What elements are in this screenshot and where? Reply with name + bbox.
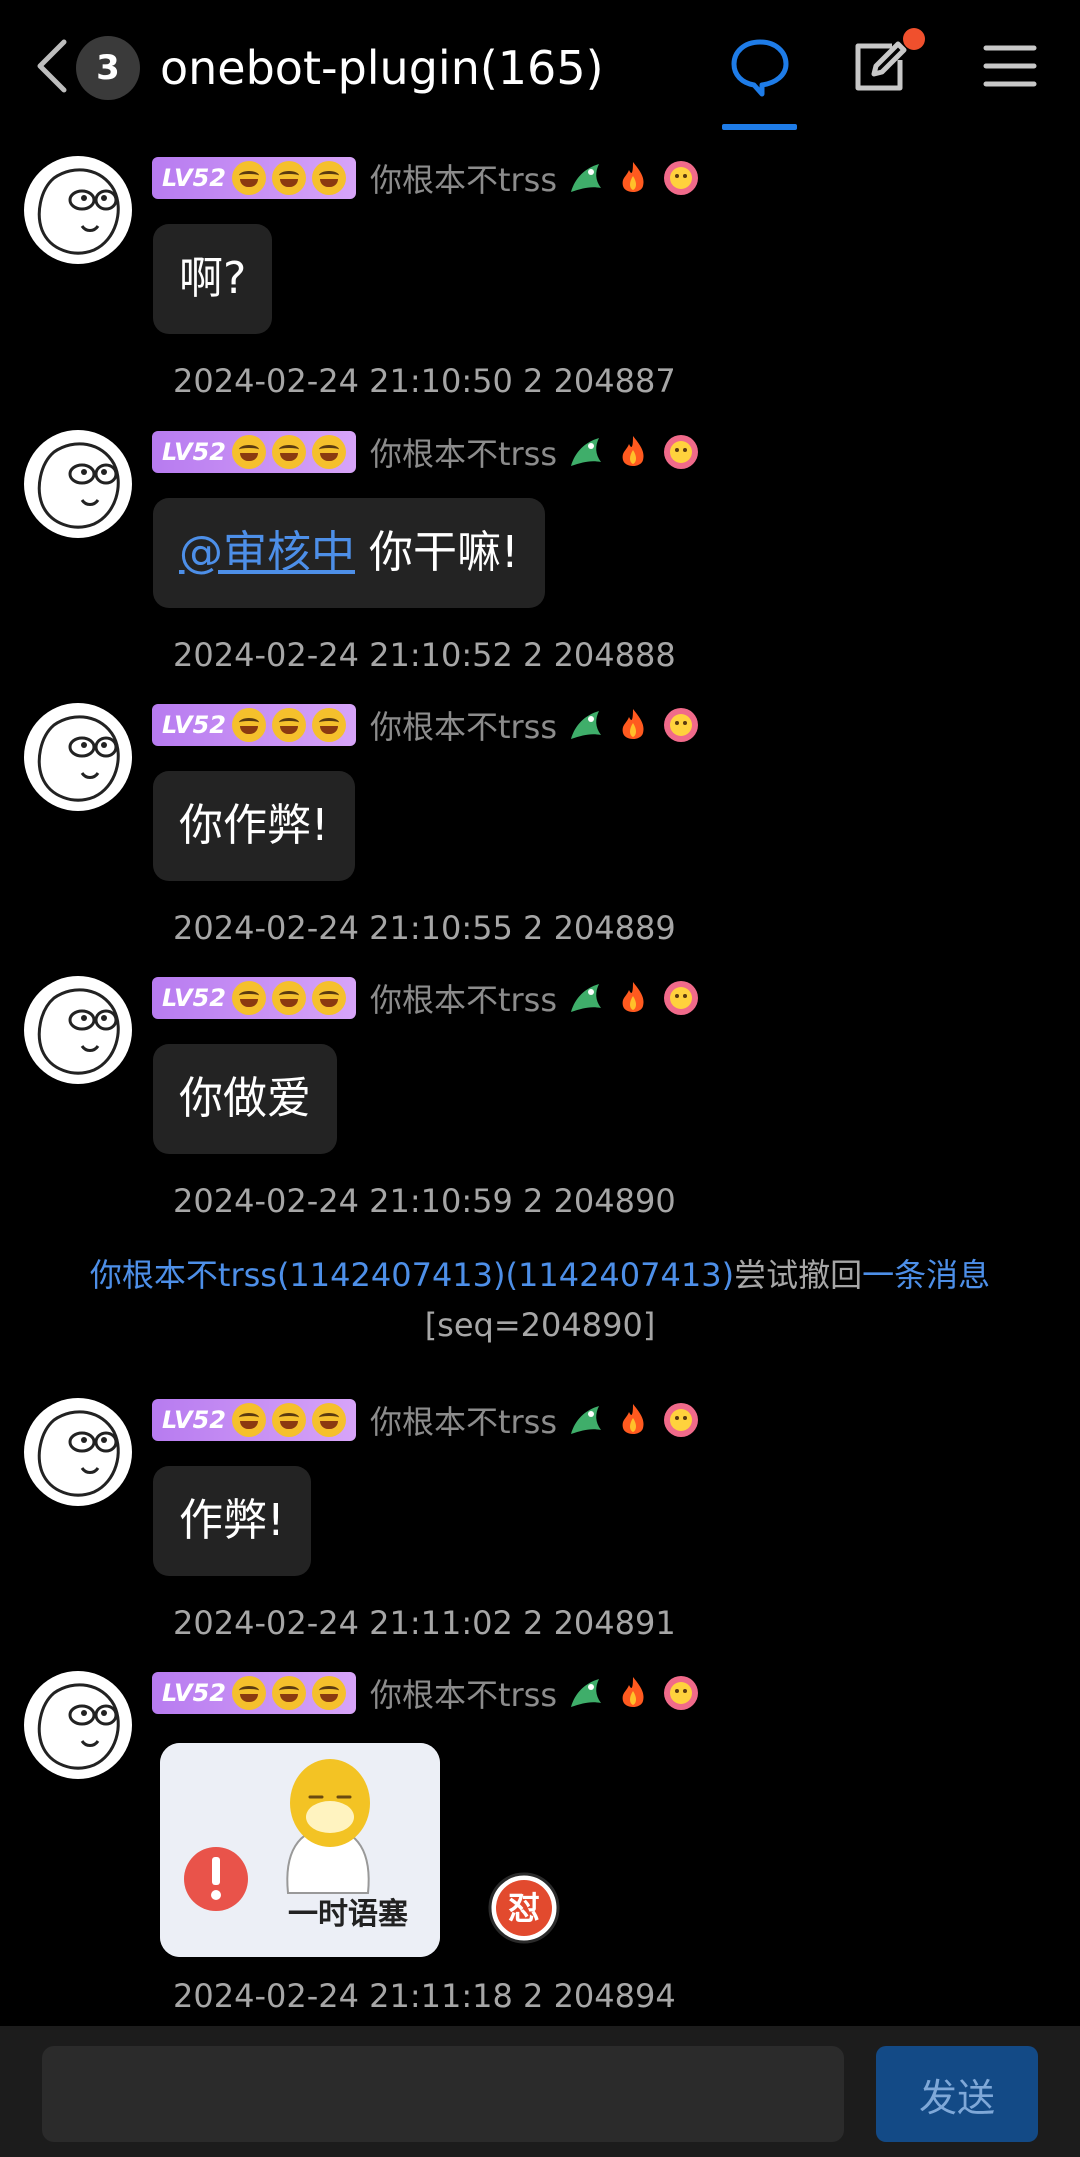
sender-meta: LV52 你根本不trss [152, 976, 701, 1020]
avatar[interactable] [24, 156, 132, 264]
sender-nickname[interactable]: 你根本不trss [370, 1397, 557, 1443]
edit-note-icon[interactable] [848, 34, 912, 98]
unread-count-badge[interactable]: 3 [76, 36, 140, 100]
grin-emoji-icon [231, 1403, 266, 1437]
grin-emoji-icon [271, 1403, 306, 1437]
meme-face-icon [37, 715, 120, 802]
level-badge: LV52 [152, 157, 356, 199]
sender-meta: LV52 你根本不trss [152, 156, 701, 200]
fire-icon [622, 1404, 644, 1434]
flower-icon [664, 708, 699, 742]
level-badge: LV52 [152, 704, 356, 746]
sticker-image[interactable]: 一时语塞 [160, 1743, 440, 1957]
message-timestamp: 2024-02-24 21:10:55 2 204889 [173, 909, 676, 947]
active-tab-indicator [722, 124, 797, 130]
message-bubble[interactable]: @审核中 你干嘛! [153, 498, 545, 608]
recall-notice: 你根本不trss(1142407413)(1142407413)尝试撤回一条消息… [0, 1250, 1080, 1350]
sender-meta: LV52 你根本不trss [152, 1671, 701, 1715]
message-input[interactable] [42, 2046, 844, 2142]
mention-link[interactable]: @审核中 [179, 527, 355, 578]
level-badge: LV52 [152, 431, 356, 473]
sender-nickname[interactable]: 你根本不trss [370, 702, 557, 748]
sender-nickname[interactable]: 你根本不trss [370, 155, 557, 201]
grin-emoji-icon [311, 435, 346, 469]
flower-icon [664, 1676, 699, 1710]
grin-emoji-icon [311, 1403, 346, 1437]
reaction-emoji-icon[interactable]: 怼 [487, 1871, 561, 1945]
flower-icon [664, 435, 699, 469]
message-timestamp: 2024-02-24 21:10:50 2 204887 [173, 362, 676, 400]
sticker-caption: 一时语塞 [288, 1897, 408, 1932]
message-bubble[interactable]: 你作弊! [153, 771, 355, 881]
meme-face-icon [37, 1683, 120, 1770]
level-badge: LV52 [152, 977, 356, 1019]
message-timestamp: 2024-02-24 21:11:02 2 204891 [173, 1604, 676, 1642]
input-bar: 发送 [0, 2026, 1080, 2157]
level-badge: LV52 [152, 1399, 356, 1441]
sender-meta: LV52 你根本不trss [152, 430, 701, 474]
grin-emoji-icon [271, 435, 306, 469]
grin-emoji-icon [271, 708, 306, 742]
message-bubble[interactable]: 啊? [153, 224, 273, 334]
back-arrow-icon[interactable] [30, 38, 74, 94]
chat-header: 3 onebot-plugin(165) [0, 0, 1080, 130]
sender-meta: LV52 你根本不trss [152, 703, 701, 747]
reaction-glyph: 怼 [508, 1889, 540, 1927]
meme-face-icon [37, 442, 120, 529]
chat-bubble-icon[interactable] [728, 34, 792, 98]
notification-dot [903, 28, 925, 50]
avatar[interactable] [24, 1398, 132, 1506]
dragon-icon [571, 711, 602, 739]
avatar[interactable] [24, 430, 132, 538]
fire-icon [622, 1677, 644, 1707]
message-timestamp: 2024-02-24 21:10:52 2 204888 [173, 636, 676, 674]
grin-emoji-icon [311, 708, 346, 742]
avatar[interactable] [24, 703, 132, 811]
grin-emoji-icon [271, 1676, 306, 1710]
grin-emoji-icon [311, 161, 346, 195]
meme-face-icon [37, 168, 120, 255]
grin-emoji-icon [231, 161, 266, 195]
send-button[interactable]: 发送 [876, 2046, 1038, 2142]
avatar[interactable] [24, 1671, 132, 1779]
grin-emoji-icon [271, 981, 306, 1015]
sender-nickname[interactable]: 你根本不trss [370, 1670, 557, 1716]
grin-emoji-icon [231, 981, 266, 1015]
grin-emoji-icon [231, 708, 266, 742]
level-badge: LV52 [152, 1672, 356, 1714]
message-timestamp: 2024-02-24 21:10:59 2 204890 [173, 1182, 676, 1220]
menu-icon[interactable] [978, 34, 1042, 98]
fire-icon [622, 162, 644, 192]
dragon-icon [571, 438, 602, 466]
recall-target-link[interactable]: 一条消息 [862, 1256, 990, 1294]
recall-seq: [seq=204890] [424, 1306, 656, 1344]
dragon-icon [571, 984, 602, 1012]
dragon-icon [571, 164, 602, 192]
grin-emoji-icon [231, 1676, 266, 1710]
sender-nickname[interactable]: 你根本不trss [370, 429, 557, 475]
avatar[interactable] [24, 976, 132, 1084]
grin-emoji-icon [311, 981, 346, 1015]
message-bubble[interactable]: 你做爱 [153, 1044, 337, 1154]
fire-icon [622, 436, 644, 466]
grin-emoji-icon [271, 161, 306, 195]
sender-meta: LV52 你根本不trss [152, 1398, 701, 1442]
dragon-icon [571, 1679, 602, 1707]
fire-icon [622, 982, 644, 1012]
grin-emoji-icon [231, 435, 266, 469]
flower-icon [664, 1403, 699, 1437]
chat-screen: 3 onebot-plugin(165) LV52 你根本不trss 啊? 20… [0, 0, 1080, 2157]
recall-user-link[interactable]: 你根本不trss(1142407413)(1142407413) [90, 1256, 734, 1294]
fire-icon [622, 709, 644, 739]
meme-face-icon [37, 1410, 120, 1497]
flower-icon [664, 981, 699, 1015]
sender-nickname[interactable]: 你根本不trss [370, 975, 557, 1021]
grin-emoji-icon [311, 1676, 346, 1710]
chat-title: onebot-plugin(165) [160, 41, 604, 95]
message-timestamp: 2024-02-24 21:11:18 2 204894 [173, 1977, 676, 2015]
flower-icon [664, 161, 699, 195]
meme-face-icon [37, 988, 120, 1075]
dragon-icon [571, 1406, 602, 1434]
message-bubble[interactable]: 作弊! [153, 1466, 311, 1576]
